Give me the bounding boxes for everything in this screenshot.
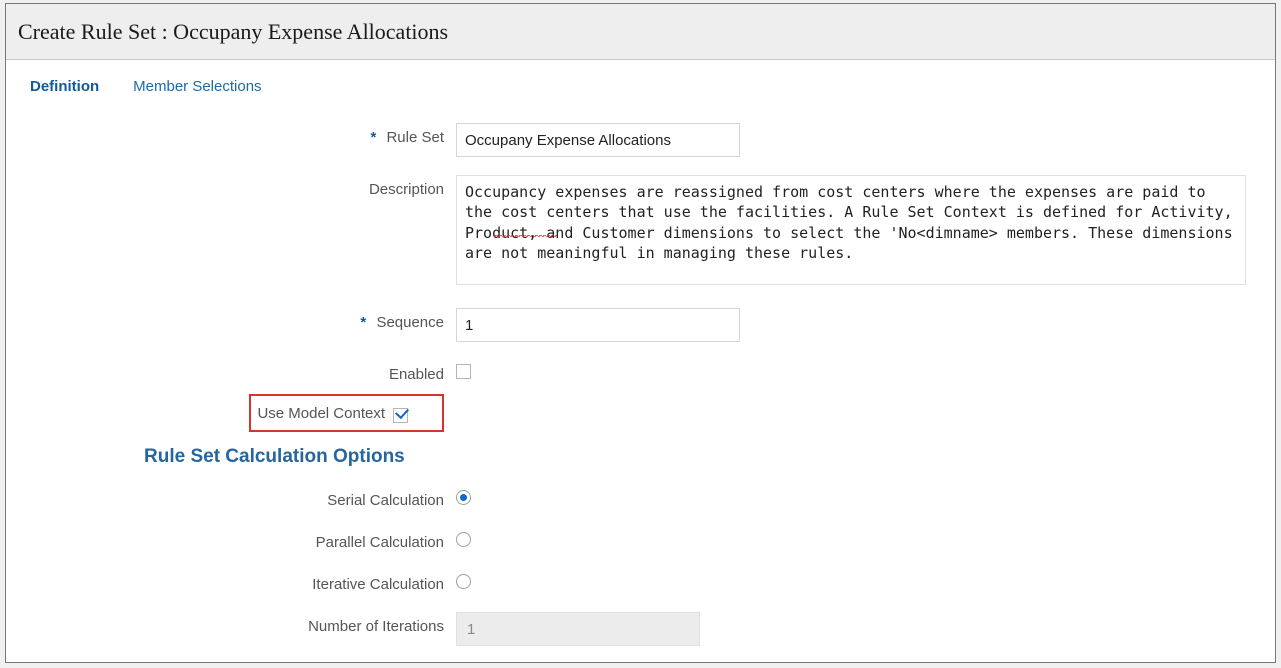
row-iterative-calc: Iterative Calculation bbox=[6, 570, 1275, 594]
tab-bar: Definition Member Selections bbox=[6, 60, 1275, 103]
label-description: Description bbox=[6, 175, 456, 198]
sequence-input[interactable] bbox=[456, 308, 740, 342]
label-sequence-text: Sequence bbox=[376, 314, 444, 331]
row-iterations: Number of Iterations bbox=[6, 612, 1275, 646]
row-use-model-context: Use Model Context bbox=[6, 394, 1275, 432]
page-title: Create Rule Set : Occupany Expense Alloc… bbox=[18, 19, 448, 45]
row-rule-set: * Rule Set bbox=[6, 123, 1275, 157]
row-parallel-calc: Parallel Calculation bbox=[6, 528, 1275, 552]
row-enabled: Enabled bbox=[6, 360, 1275, 384]
calc-options-heading: Rule Set Calculation Options bbox=[144, 446, 1275, 468]
use-model-context-highlight: Use Model Context bbox=[249, 394, 444, 432]
label-parallel-calc: Parallel Calculation bbox=[6, 528, 456, 551]
header-band: Create Rule Set : Occupany Expense Alloc… bbox=[6, 4, 1275, 60]
tab-definition[interactable]: Definition bbox=[30, 78, 99, 95]
label-iterations: Number of Iterations bbox=[6, 612, 456, 635]
use-model-context-checkbox[interactable] bbox=[393, 408, 408, 423]
iterative-calc-radio[interactable] bbox=[456, 574, 471, 589]
description-textarea[interactable] bbox=[456, 175, 1246, 285]
row-sequence: * Sequence bbox=[6, 308, 1275, 342]
required-mark-icon: * bbox=[370, 129, 376, 146]
parallel-calc-radio[interactable] bbox=[456, 532, 471, 547]
tab-member-selections[interactable]: Member Selections bbox=[133, 78, 261, 95]
label-use-model-context: Use Model Context bbox=[251, 405, 393, 422]
dialog-frame: Create Rule Set : Occupany Expense Alloc… bbox=[5, 3, 1276, 663]
rule-set-input[interactable] bbox=[456, 123, 740, 157]
required-mark-icon: * bbox=[360, 314, 366, 331]
label-serial-calc: Serial Calculation bbox=[6, 486, 456, 509]
row-description: Description bbox=[6, 175, 1275, 290]
label-rule-set: * Rule Set bbox=[6, 123, 456, 146]
row-serial-calc: Serial Calculation bbox=[6, 486, 1275, 510]
label-rule-set-text: Rule Set bbox=[386, 129, 444, 146]
label-enabled: Enabled bbox=[6, 360, 456, 383]
form-area: * Rule Set Description * Sequence bbox=[6, 103, 1275, 646]
enabled-checkbox[interactable] bbox=[456, 364, 471, 379]
label-sequence: * Sequence bbox=[6, 308, 456, 331]
serial-calc-radio[interactable] bbox=[456, 490, 471, 505]
iterations-input bbox=[456, 612, 700, 646]
label-iterative-calc: Iterative Calculation bbox=[6, 570, 456, 593]
